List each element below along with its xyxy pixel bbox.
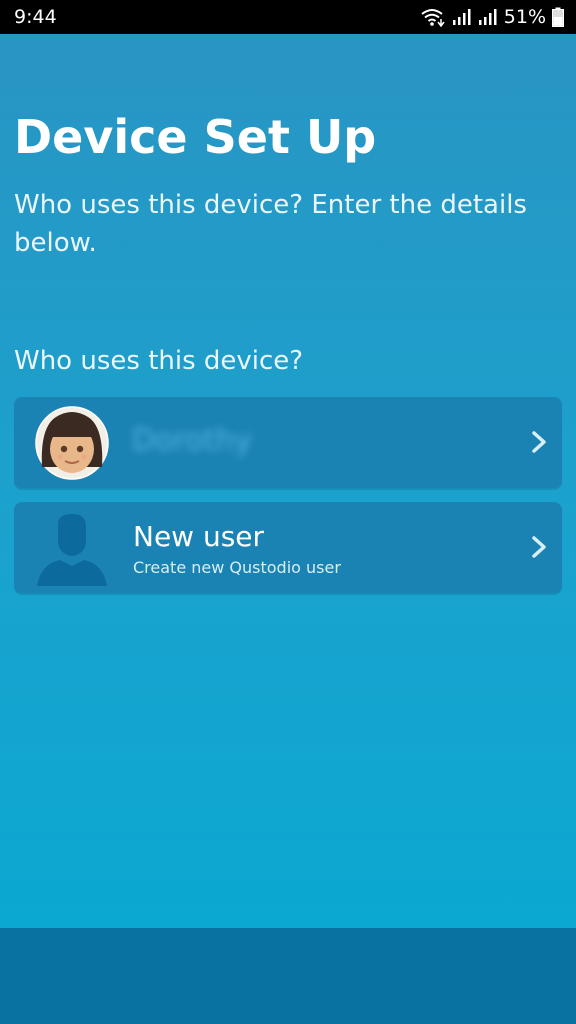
- page-subtitle: Who uses this device? Enter the details …: [14, 190, 527, 258]
- status-icons: 51%: [420, 6, 564, 28]
- wifi-icon: [421, 9, 445, 27]
- bottom-bar: [0, 928, 576, 1024]
- chevron-right-icon: [532, 431, 546, 453]
- user-item-dorothy[interactable]: Dorothy: [14, 397, 562, 488]
- person-silhouette-icon: [37, 514, 107, 586]
- status-time: 9:44: [14, 6, 57, 28]
- user-name: Dorothy: [132, 423, 253, 458]
- status-bar: 9:44 51%: [0, 0, 576, 34]
- section-label: Who uses this device?: [14, 346, 304, 376]
- girl-avatar-icon: [35, 406, 109, 480]
- page-title: Device Set Up: [14, 110, 377, 164]
- signal-icon-2: [478, 9, 497, 25]
- chevron-right-icon: [532, 536, 546, 558]
- battery-icon: [552, 7, 564, 27]
- battery-percent: 51%: [503, 6, 546, 28]
- new-user-title: New user: [133, 520, 265, 553]
- new-user-item[interactable]: New user Create new Qustodio user: [14, 502, 562, 593]
- signal-icon: [452, 9, 471, 25]
- new-user-subtitle: Create new Qustodio user: [133, 558, 341, 577]
